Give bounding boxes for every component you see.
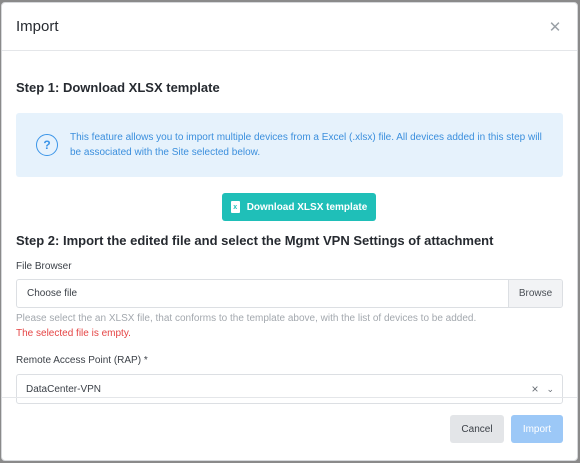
step1-title: Step 1: Download XLSX template [16,80,220,95]
step2-title: Step 2: Import the edited file and selec… [16,233,494,248]
modal-header: Import ✕ [2,3,577,51]
download-template-label: Download XLSX template [246,201,368,213]
import-button[interactable]: Import [511,415,563,443]
clear-icon[interactable]: × [531,382,538,396]
download-wrap: x Download XLSX template [16,193,563,221]
cancel-button[interactable]: Cancel [450,415,504,443]
close-icon[interactable]: ✕ [547,19,563,36]
info-text: This feature allows you to import multip… [70,132,542,158]
modal-footer: Cancel Import [2,397,577,460]
import-modal: Import ✕ Step 1: Download XLSX template … [1,2,578,461]
file-help-text: Please select the an XLSX file, that con… [16,313,477,324]
file-browser-input[interactable]: Choose file Browse [16,279,563,308]
file-error-text: The selected file is empty. [16,328,131,339]
rap-select-value: DataCenter-VPN [26,383,102,395]
modal-title: Import [16,18,59,35]
choose-file-field[interactable]: Choose file [17,280,508,307]
chevron-down-icon[interactable]: ⌄ [546,384,554,395]
file-browser-label: File Browser [16,261,72,272]
browse-button[interactable]: Browse [508,280,562,307]
modal-body: Step 1: Download XLSX template ? This fe… [2,80,577,404]
rap-label: Remote Access Point (RAP) * [16,355,148,366]
download-template-button[interactable]: x Download XLSX template [222,193,376,221]
xlsx-file-icon: x [230,201,240,213]
question-circle-icon: ? [36,134,58,156]
info-alert: ? This feature allows you to import mult… [16,113,563,177]
